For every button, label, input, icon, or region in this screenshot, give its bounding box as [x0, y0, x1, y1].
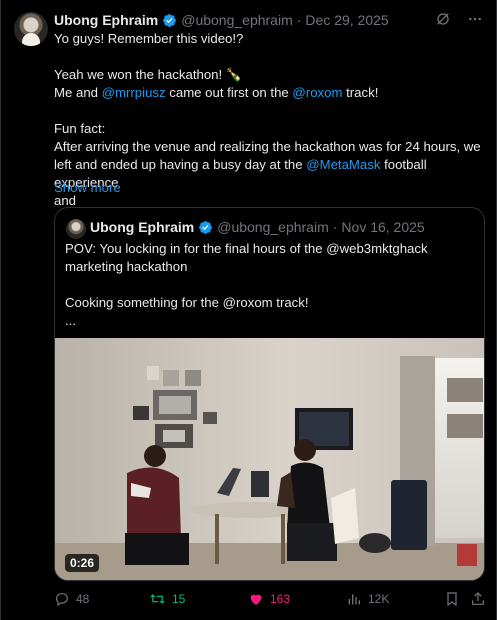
verified-badge-icon — [199, 220, 213, 234]
text-span: left and ended up having a busy day at t… — [54, 157, 307, 172]
views-button[interactable]: 12K — [346, 591, 389, 607]
mention-mrrpiusz[interactable]: @mrrpiusz — [102, 85, 166, 100]
like-button[interactable]: 163 — [248, 591, 290, 607]
show-more-link[interactable]: Show more — [54, 180, 121, 195]
text-line: POV: You locking in for the final hours … — [65, 241, 428, 256]
tweet-header: Ubong Ephraim @ubong_ephraim · Dec 29, 2… — [54, 10, 389, 30]
text-span: Me and — [54, 85, 102, 100]
post-date[interactable]: Dec 29, 2025 — [305, 12, 388, 28]
video-player[interactable]: 0:26 — [55, 338, 484, 580]
share-icon — [472, 592, 484, 605]
views-icon — [348, 594, 360, 605]
repost-button[interactable]: 15 — [149, 591, 185, 607]
avatar[interactable] — [14, 12, 48, 46]
mention-roxom[interactable]: @roxom — [292, 85, 342, 100]
like-count: 163 — [270, 592, 291, 606]
text-line: Cooking something for the @roxom track! — [65, 295, 309, 310]
bookmark-button[interactable] — [444, 591, 460, 607]
text-line: Yo guys! Remember this video!? — [54, 31, 244, 46]
more-options-icon[interactable] — [466, 10, 484, 28]
text-line: ... — [65, 313, 76, 328]
video-duration: 0:26 — [65, 554, 100, 572]
quoted-author-handle[interactable]: @ubong_ephraim — [217, 219, 329, 235]
reply-icon — [56, 593, 68, 607]
text-span: came out first on the — [165, 85, 293, 100]
separator: · — [332, 219, 338, 235]
quoted-text: POV: You locking in for the final hours … — [65, 240, 475, 330]
text-span: track! — [342, 85, 379, 100]
quoted-header: Ubong Ephraim @ubong_ephraim · Nov 16, 2… — [90, 219, 425, 235]
text-line: marketing hackathon — [65, 259, 188, 274]
repost-icon — [150, 594, 165, 604]
bookmark-icon — [447, 592, 457, 607]
quoted-date[interactable]: Nov 16, 2025 — [341, 219, 424, 235]
separator: · — [296, 12, 302, 28]
reply-count: 48 — [76, 592, 90, 606]
action-bar: 48 15 163 12K — [54, 591, 486, 609]
view-count: 12K — [368, 592, 390, 606]
mention-metamask[interactable]: @MetaMask — [306, 157, 380, 172]
quoted-avatar[interactable] — [66, 219, 86, 239]
text-line: Fun fact: — [54, 121, 106, 136]
reply-button[interactable]: 48 — [54, 591, 89, 607]
heart-icon — [250, 594, 262, 605]
repost-count: 15 — [172, 592, 186, 606]
text-line: Me and @mrrpiusz came out first on the @… — [54, 84, 486, 102]
tweet[interactable]: Ubong Ephraim @ubong_ephraim · Dec 29, 2… — [0, 0, 497, 620]
author-name[interactable]: Ubong Ephraim — [54, 12, 158, 28]
text-line: After arriving the venue and realizing t… — [54, 139, 481, 154]
share-button[interactable] — [470, 591, 486, 607]
author-handle[interactable]: @ubong_ephraim — [181, 12, 293, 28]
verified-badge-icon — [163, 13, 177, 27]
grok-icon[interactable] — [434, 10, 452, 28]
quoted-author-name[interactable]: Ubong Ephraim — [90, 219, 194, 235]
video-thumbnail — [55, 338, 484, 580]
header-actions — [434, 10, 484, 28]
quoted-tweet[interactable]: Ubong Ephraim @ubong_ephraim · Nov 16, 2… — [54, 207, 485, 581]
text-line: Yeah we won the hackathon! 🍾 — [54, 67, 243, 82]
